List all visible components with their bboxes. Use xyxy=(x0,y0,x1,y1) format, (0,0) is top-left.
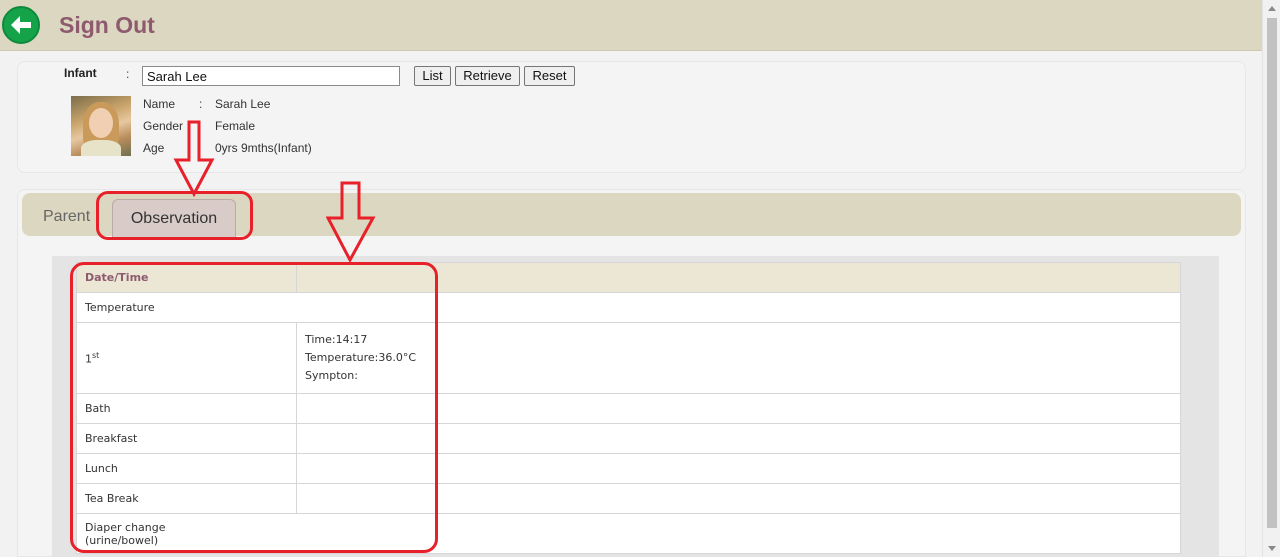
scroll-up-icon[interactable] xyxy=(1268,6,1276,11)
lunch-value xyxy=(296,453,1181,484)
name-label: Name xyxy=(143,97,176,111)
infant-label: Infant xyxy=(64,66,97,80)
age-value: 0yrs 9mths(Infant) xyxy=(215,141,312,155)
first-reading-label: 1st xyxy=(76,322,297,394)
datetime-header-empty xyxy=(296,262,1181,293)
datetime-header: Date/Time xyxy=(76,262,297,293)
table-row: Breakfast xyxy=(76,423,1181,454)
age-label: Age xyxy=(143,141,165,155)
gender-value: Female xyxy=(215,119,256,133)
tab-observation[interactable]: Observation xyxy=(112,199,236,238)
bath-value xyxy=(296,393,1181,424)
first-reading-details: Time:14:17 Temperature:36.0°C Sympton: xyxy=(296,322,1181,394)
teabreak-value xyxy=(296,483,1181,514)
photo-dress xyxy=(81,140,121,156)
lunch-label: Lunch xyxy=(76,453,297,484)
teabreak-label: Tea Break xyxy=(76,483,297,514)
breakfast-value xyxy=(296,423,1181,454)
reading-time: Time:14:17 xyxy=(305,333,368,346)
table-row: 1st Time:14:17 Temperature:36.0°C Sympto… xyxy=(76,322,1181,394)
table-row: Diaper change (urine/bowel) xyxy=(76,513,1181,554)
scrollbar-thumb[interactable] xyxy=(1267,18,1277,528)
bath-label: Bath xyxy=(76,393,297,424)
scroll-down-icon[interactable] xyxy=(1268,546,1276,551)
breakfast-label: Breakfast xyxy=(76,423,297,454)
reset-button[interactable]: Reset xyxy=(524,66,575,86)
reading-symptom: Sympton: xyxy=(305,369,358,382)
table-row: Temperature xyxy=(76,292,1181,323)
reading-temperature: Temperature:36.0°C xyxy=(305,351,417,364)
retrieve-button[interactable]: Retrieve xyxy=(455,66,520,86)
diaper-line-1: Diaper change xyxy=(85,520,166,534)
back-button[interactable] xyxy=(2,6,40,44)
gender-label: Gender xyxy=(143,119,184,133)
page-scrollbar[interactable] xyxy=(1262,0,1280,557)
arrow-left-icon xyxy=(11,16,31,34)
table-row: Bath xyxy=(76,393,1181,424)
table-header-row: Date/Time xyxy=(76,262,1181,293)
name-value: Sarah Lee xyxy=(215,97,271,111)
table-row: Lunch xyxy=(76,453,1181,484)
page-header: Sign Out xyxy=(0,0,1262,51)
photo-face xyxy=(89,108,113,138)
first-reading-suffix: st xyxy=(92,350,100,360)
tab-parent[interactable]: Parent xyxy=(43,208,90,226)
name-colon: : xyxy=(199,97,203,111)
diaper-label: Diaper change (urine/bowel) xyxy=(76,513,1181,554)
page-title: Sign Out xyxy=(59,12,155,38)
infant-colon: : xyxy=(126,67,130,81)
table-row: Tea Break xyxy=(76,483,1181,514)
observation-table: Date/Time Temperature 1st Time:14:17 Tem… xyxy=(76,262,1181,554)
infant-photo xyxy=(71,96,131,156)
temperature-label: Temperature xyxy=(76,292,1181,323)
infant-search-input[interactable] xyxy=(142,66,400,86)
list-button[interactable]: List xyxy=(414,66,451,86)
diaper-line-2: (urine/bowel) xyxy=(85,533,159,547)
first-reading-number: 1 xyxy=(85,352,92,366)
